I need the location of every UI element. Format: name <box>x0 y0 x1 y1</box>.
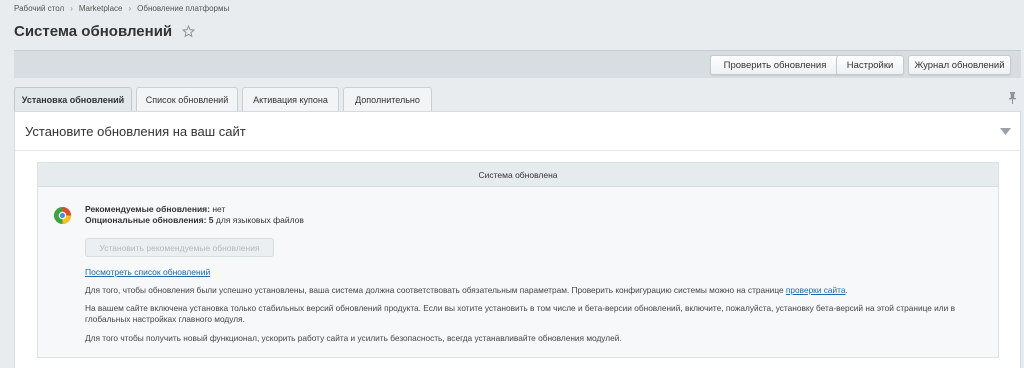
beta-versions-paragraph: На вашем сайте включена установка только… <box>85 303 955 324</box>
breadcrumb-item-platform-update[interactable]: Обновление платформы <box>137 4 229 13</box>
site-check-link[interactable]: проверки сайта <box>786 285 846 295</box>
optional-suffix: для языковых файлов <box>215 215 304 225</box>
optional-label: Опциональные обновления: <box>85 215 207 225</box>
optional-updates-line: Опциональные обновления: 5 для языковых … <box>85 215 304 226</box>
main-panel: Установите обновления на ваш сайт Систем… <box>14 111 1021 368</box>
section-divider <box>15 150 1020 151</box>
config-check-text: Для того, чтобы обновления были успешно … <box>85 285 784 295</box>
chevron-down-icon[interactable] <box>1000 128 1011 135</box>
update-status-box: Система обновлена Рекомендуемые обновлен… <box>37 162 999 358</box>
recommended-label: Рекомендуемые обновления: <box>85 204 210 214</box>
breadcrumb-item-marketplace[interactable]: Marketplace <box>79 4 123 13</box>
recommended-value: нет <box>212 204 226 214</box>
recommended-updates-line: Рекомендуемые обновления: нет <box>85 204 304 215</box>
tab-coupon-activation[interactable]: Активация купона <box>242 87 339 111</box>
modules-advice-paragraph: Для того чтобы получить новый функционал… <box>85 333 622 343</box>
breadcrumb: Рабочий стол › Marketplace › Обновление … <box>14 4 229 13</box>
breadcrumb-item-desktop[interactable]: Рабочий стол <box>14 4 64 13</box>
pin-icon[interactable] <box>1008 92 1017 104</box>
breadcrumb-separator-icon: › <box>70 4 73 13</box>
section-title: Установите обновления на ваш сайт <box>25 124 246 139</box>
tab-updates-list[interactable]: Список обновлений <box>136 87 238 111</box>
toolbar: Проверить обновления Настройки Журнал об… <box>14 50 1021 78</box>
tab-bar: Установка обновлений Список обновлений А… <box>14 87 436 111</box>
page-title-row: Система обновлений <box>14 23 196 40</box>
updates-journal-button[interactable]: Журнал обновлений <box>908 55 1011 75</box>
install-recommended-button[interactable]: Установить рекомендуемые обновления <box>85 238 274 257</box>
update-status-icon <box>53 206 72 225</box>
optional-count: 5 <box>208 215 214 225</box>
page-title: Система обновлений <box>14 23 173 40</box>
view-updates-list-link[interactable]: Посмотреть список обновлений <box>85 267 210 277</box>
tab-additional[interactable]: Дополнительно <box>343 87 432 111</box>
config-check-end: . <box>845 285 848 295</box>
check-updates-button[interactable]: Проверить обновления <box>710 55 840 75</box>
config-check-paragraph: Для того, чтобы обновления были успешно … <box>85 285 990 296</box>
update-info: Рекомендуемые обновления: нет Опциональн… <box>85 204 304 226</box>
settings-button[interactable]: Настройки <box>836 55 904 75</box>
tab-install-updates[interactable]: Установка обновлений <box>14 87 132 111</box>
star-icon[interactable] <box>182 25 196 38</box>
status-header: Система обновлена <box>38 163 998 187</box>
breadcrumb-separator-icon: › <box>128 4 132 13</box>
